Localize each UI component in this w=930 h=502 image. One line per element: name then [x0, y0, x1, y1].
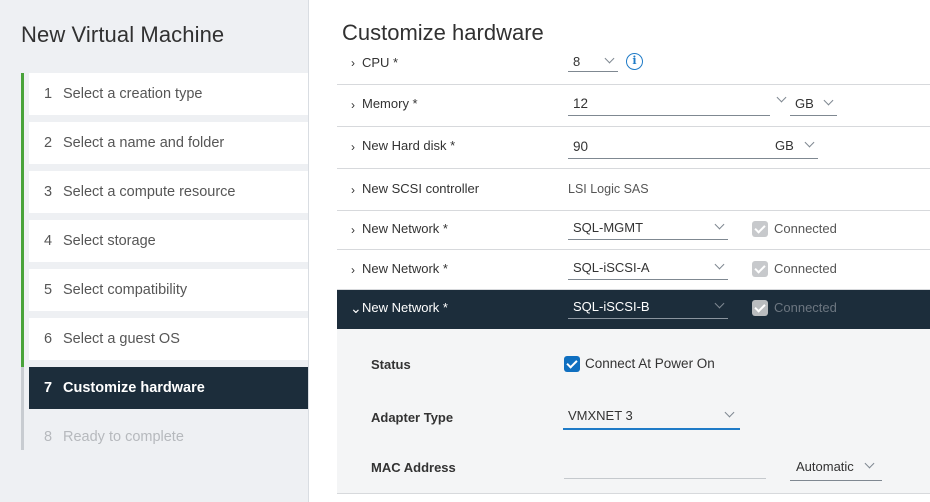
hw-row-hard-disk: › New Hard disk * 90 GB — [337, 127, 930, 169]
network-label[interactable]: New Network * — [362, 261, 448, 276]
chevron-down-icon — [606, 53, 614, 61]
chevron-right-icon[interactable]: › — [351, 223, 355, 237]
info-icon[interactable]: i — [626, 53, 643, 70]
wizard-sidebar: New Virtual Machine 1 Select a creation t… — [0, 0, 309, 502]
chevron-down-icon — [716, 219, 724, 227]
wizard-steps: 1 Select a creation type 2 Select a name a… — [21, 73, 309, 465]
chevron-right-icon[interactable]: › — [351, 140, 355, 154]
chevron-right-icon[interactable]: › — [351, 183, 355, 197]
main-panel: Customize hardware › CPU * 8 i › Memory … — [310, 0, 930, 502]
adapter-type-label: Adapter Type — [371, 410, 454, 425]
mac-address-input[interactable] — [564, 457, 766, 479]
wizard-step-5[interactable]: 5 Select compatibility — [21, 269, 309, 318]
chevron-down-icon[interactable]: ⌄ — [350, 300, 362, 317]
connect-at-power-on-label[interactable]: Connect At Power On — [585, 356, 715, 371]
step-label: Customize hardware — [63, 380, 205, 396]
wizard-step-7[interactable]: 7 Customize hardware — [21, 367, 309, 416]
network-select[interactable]: SQL-iSCSI-B — [568, 299, 728, 319]
adapter-type-select[interactable]: VMXNET 3 — [563, 408, 740, 430]
memory-stepper[interactable] — [776, 93, 788, 107]
network-value: SQL-MGMT — [573, 220, 644, 235]
hard-disk-label[interactable]: New Hard disk * — [362, 138, 455, 153]
hw-row-memory: › Memory * 12 GB — [337, 85, 930, 127]
wizard-step-8: 8 Ready to complete — [21, 416, 309, 465]
network-select[interactable]: SQL-MGMT — [568, 220, 728, 240]
wizard-step-1[interactable]: 1 Select a creation type — [21, 73, 309, 122]
chevron-down-icon — [825, 95, 833, 103]
memory-unit-select[interactable]: GB — [790, 96, 837, 116]
step-label: Select a guest OS — [63, 331, 180, 347]
mac-address-label: MAC Address — [371, 460, 456, 475]
scsi-value: LSI Logic SAS — [568, 182, 649, 196]
network-value: SQL-iSCSI-A — [573, 260, 650, 275]
step-label: Select a name and folder — [63, 135, 225, 151]
cpu-label[interactable]: CPU * — [362, 55, 398, 70]
hw-row-network-3: ⌄ New Network * SQL-iSCSI-B Connected — [337, 290, 930, 329]
scsi-label[interactable]: New SCSI controller — [362, 181, 479, 196]
hw-row-scsi: › New SCSI controller LSI Logic SAS — [337, 169, 930, 211]
chevron-down-icon — [726, 407, 734, 415]
mac-mode-select[interactable]: Automatic — [790, 459, 882, 481]
hw-row-network-1: › New Network * SQL-MGMT Connected — [337, 211, 930, 250]
wizard-step-3[interactable]: 3 Select a compute resource — [21, 171, 309, 220]
connect-at-power-on-checkbox[interactable] — [564, 356, 580, 372]
chevron-right-icon[interactable]: › — [351, 56, 355, 70]
status-label: Status — [371, 357, 411, 372]
step-label: Ready to complete — [63, 429, 184, 445]
chevron-down-icon — [716, 259, 724, 267]
step-number: 2 — [44, 135, 53, 151]
step-number: 6 — [44, 331, 53, 347]
hard-disk-unit: GB — [775, 138, 794, 153]
network-label[interactable]: New Network * — [362, 221, 448, 236]
network-value: SQL-iSCSI-B — [573, 299, 650, 314]
chevron-right-icon[interactable]: › — [351, 98, 355, 112]
hw-row-cpu: › CPU * 8 i — [337, 44, 930, 85]
chevron-down-icon — [866, 458, 874, 466]
step-number: 8 — [44, 429, 53, 445]
step-label: Select compatibility — [63, 282, 188, 298]
hard-disk-input[interactable]: 90 — [568, 137, 770, 159]
cpu-value: 8 — [573, 54, 581, 69]
chevron-down-icon — [806, 137, 814, 145]
memory-input[interactable]: 12 — [568, 94, 770, 116]
chevron-down-icon — [778, 92, 786, 100]
hardware-list: › CPU * 8 i › Memory * 12 GB › New Hard … — [337, 44, 930, 494]
chevron-down-icon — [716, 298, 724, 306]
connected-label: Connected — [774, 221, 837, 236]
page-title: Customize hardware — [342, 20, 544, 45]
step-number: 1 — [44, 86, 53, 102]
cpu-select[interactable]: 8 — [568, 54, 618, 72]
wizard-step-4[interactable]: 4 Select storage — [21, 220, 309, 269]
memory-unit: GB — [795, 96, 814, 111]
connected-label: Connected — [774, 300, 837, 315]
connected-checkbox — [752, 300, 768, 316]
wizard-step-2[interactable]: 2 Select a name and folder — [21, 122, 309, 171]
connected-label: Connected — [774, 261, 837, 276]
mac-mode-value: Automatic — [796, 459, 854, 474]
step-number: 7 — [44, 380, 53, 396]
network-label[interactable]: New Network * — [362, 300, 448, 315]
connected-checkbox — [752, 261, 768, 277]
memory-value: 12 — [573, 96, 589, 111]
wizard-step-6[interactable]: 6 Select a guest OS — [21, 318, 309, 367]
adapter-type-value: VMXNET 3 — [568, 408, 633, 423]
hard-disk-unit-select[interactable]: GB — [770, 138, 818, 159]
step-number: 4 — [44, 233, 53, 249]
step-label: Select a compute resource — [63, 184, 236, 200]
step-number: 5 — [44, 282, 53, 298]
step-number: 3 — [44, 184, 53, 200]
hard-disk-value: 90 — [573, 139, 589, 154]
chevron-right-icon[interactable]: › — [351, 263, 355, 277]
wizard-title: New Virtual Machine — [21, 22, 225, 47]
memory-label[interactable]: Memory * — [362, 96, 418, 111]
hw-row-network-2: › New Network * SQL-iSCSI-A Connected — [337, 250, 930, 290]
step-label: Select a creation type — [63, 86, 203, 102]
network-detail-panel: Status Connect At Power On Adapter Type … — [337, 329, 930, 494]
connected-checkbox — [752, 221, 768, 237]
network-select[interactable]: SQL-iSCSI-A — [568, 260, 728, 280]
step-label: Select storage — [63, 233, 156, 249]
